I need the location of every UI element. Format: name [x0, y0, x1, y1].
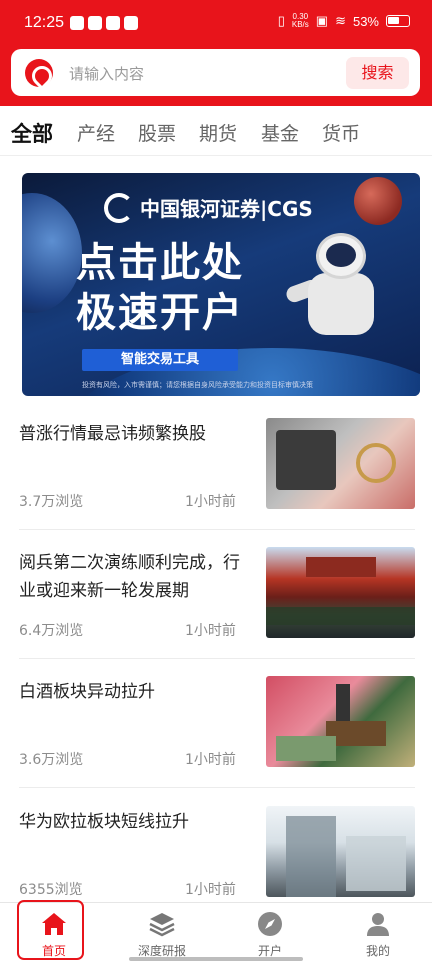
nav-open-account[interactable]: 开户: [216, 903, 324, 964]
tab-funds[interactable]: 基金: [261, 119, 299, 146]
status-bar: 12:25 ▯ 0.30 KB/s ▣ ≋ 53%: [0, 0, 432, 46]
banner-headline-line2: 极速开户: [76, 290, 244, 336]
notification-app-icon: [70, 16, 84, 30]
status-time: 12:25: [24, 14, 65, 31]
search-bar: 请输入内容 搜索: [11, 49, 420, 96]
battery-percent: 53%: [352, 13, 379, 29]
search-input[interactable]: 请输入内容: [69, 63, 144, 84]
nav-mine-label: 我的: [365, 944, 390, 958]
tab-futures[interactable]: 期货: [199, 119, 237, 146]
news-title: 白酒板块异动拉升: [19, 682, 155, 702]
list-item[interactable]: 阅兵第二次演练顺利完成，行业或迎来新一轮发展期 6.4万浏览 1小时前: [0, 547, 432, 676]
user-icon: [367, 913, 389, 936]
news-thumbnail: [266, 418, 415, 509]
banner-pill: 智能交易工具: [82, 349, 238, 371]
battery-icon: [386, 15, 410, 27]
notification-icons: [70, 16, 138, 30]
net-speed: 0.30 KB/s: [292, 13, 309, 29]
category-tabs: 全部 产经 股票 期货 基金 货币: [0, 106, 432, 156]
wifi-icon: ≋: [335, 13, 346, 28]
divider: [19, 658, 415, 659]
notification-app-icon: [88, 16, 102, 30]
sim-icon: ▣: [315, 13, 329, 28]
tab-stocks[interactable]: 股票: [138, 119, 176, 146]
news-thumbnail: [266, 547, 415, 638]
tab-currency[interactable]: 货币: [322, 119, 360, 146]
active-tab-highlight: [17, 900, 84, 960]
cgs-logo-icon: [104, 193, 134, 223]
news-title: 普涨行情最忌讳频繁换股: [19, 424, 206, 444]
notification-app-icon: [124, 16, 138, 30]
news-time: 1小时前: [185, 882, 236, 898]
promo-banner[interactable]: 中国银河证券|CGS 点击此处 极速开户 智能交易工具 投资有风险，入市需谨慎；…: [22, 173, 420, 396]
news-title: 阅兵第二次演练顺利完成，行业或迎来新一轮发展期: [19, 553, 240, 601]
notification-app-icon: [106, 16, 120, 30]
app-logo-icon: [25, 59, 53, 87]
news-views: 6.4万浏览: [19, 623, 84, 639]
list-item[interactable]: 普涨行情最忌讳频繁换股 3.7万浏览 1小时前: [0, 418, 432, 547]
news-title: 华为欧拉板块短线拉升: [19, 812, 189, 832]
net-speed-unit: KB/s: [291, 20, 309, 29]
banner-headline: 点击此处 极速开户: [76, 238, 244, 338]
news-thumbnail: [266, 806, 415, 897]
search-button[interactable]: 搜索: [346, 57, 409, 89]
divider: [19, 529, 415, 530]
gesture-bar[interactable]: [129, 957, 303, 961]
compass-icon: [258, 912, 282, 936]
planet-decoration: [22, 193, 82, 313]
astronaut-body: [308, 273, 374, 335]
news-time: 1小时前: [185, 623, 236, 639]
list-item[interactable]: 白酒板块异动拉升 3.6万浏览 1小时前: [0, 676, 432, 805]
mars-decoration: [354, 177, 402, 225]
status-right: ▯ 0.30 KB/s ▣ ≋ 53%: [278, 13, 410, 29]
astronaut-illustration: [284, 233, 390, 353]
banner-fine-print: 投资有风险，入市需谨慎；请您根据自身风险承受能力和投资目标审慎决策: [82, 381, 313, 389]
news-views: 3.7万浏览: [19, 494, 84, 510]
news-views: 6355浏览: [19, 882, 83, 898]
nav-research[interactable]: 深度研报: [108, 903, 216, 964]
layers-icon: [149, 913, 175, 937]
header: 12:25 ▯ 0.30 KB/s ▣ ≋ 53% 请输入内容 搜索: [0, 0, 432, 106]
vibrate-icon: ▯: [277, 13, 285, 28]
tab-all[interactable]: 全部: [11, 118, 53, 148]
tab-industry[interactable]: 产经: [77, 119, 115, 146]
divider: [19, 787, 415, 788]
news-views: 3.6万浏览: [19, 752, 84, 768]
astronaut-visor: [326, 243, 356, 267]
news-time: 1小时前: [185, 494, 236, 510]
nav-mine[interactable]: 我的: [324, 903, 432, 964]
news-time: 1小时前: [185, 752, 236, 768]
banner-brand: 中国银河证券|CGS: [140, 197, 313, 221]
news-thumbnail: [266, 676, 415, 767]
banner-headline-line1: 点击此处: [76, 240, 244, 286]
